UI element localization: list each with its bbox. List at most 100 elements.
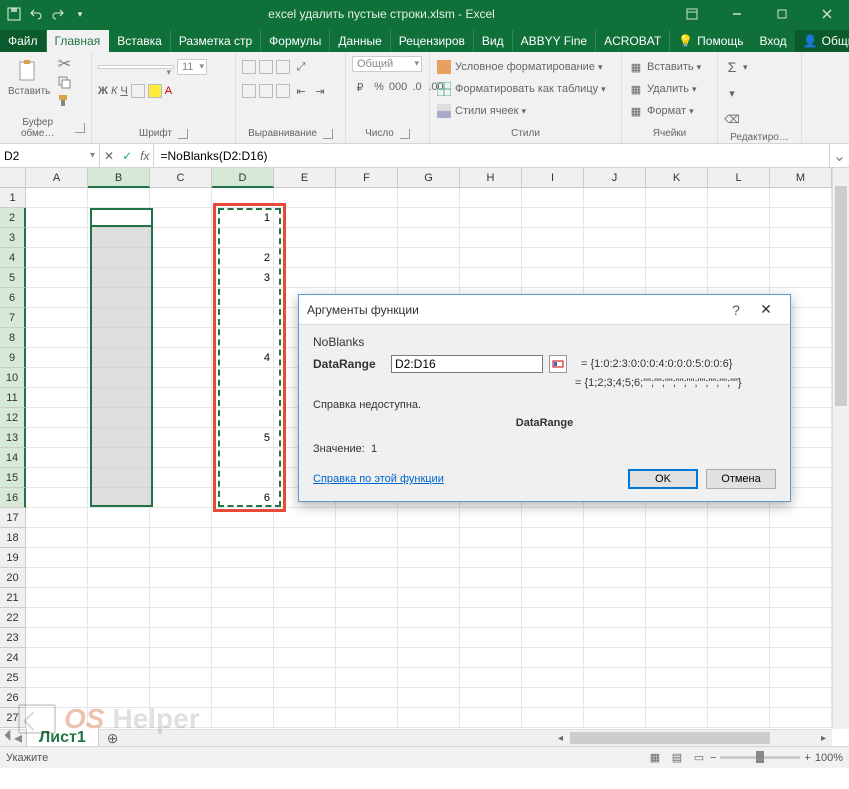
cell-M26[interactable]	[770, 688, 832, 708]
cell-A1[interactable]	[26, 188, 88, 208]
row-header-11[interactable]: 11	[0, 388, 26, 408]
align-middle-icon[interactable]	[259, 60, 273, 74]
cell-L18[interactable]	[708, 528, 770, 548]
align-right-icon[interactable]	[276, 84, 290, 98]
cell-A11[interactable]	[26, 388, 88, 408]
cell-L17[interactable]	[708, 508, 770, 528]
cell-A17[interactable]	[26, 508, 88, 528]
cell-B9[interactable]	[88, 348, 150, 368]
cell-K22[interactable]	[646, 608, 708, 628]
cell-G4[interactable]	[398, 248, 460, 268]
copy-icon[interactable]	[56, 74, 72, 90]
col-header-I[interactable]: I	[522, 168, 584, 188]
cell-B16[interactable]	[88, 488, 150, 508]
cell-F27[interactable]	[336, 708, 398, 728]
cell-A8[interactable]	[26, 328, 88, 348]
cell-D6[interactable]	[212, 288, 274, 308]
cell-J5[interactable]	[584, 268, 646, 288]
cell-A19[interactable]	[26, 548, 88, 568]
cell-C13[interactable]	[150, 428, 212, 448]
cell-E2[interactable]	[274, 208, 336, 228]
cell-H23[interactable]	[460, 628, 522, 648]
increase-decimal-icon[interactable]: .0	[409, 79, 425, 95]
cell-F23[interactable]	[336, 628, 398, 648]
sheet-nav-first-icon[interactable]: ⏴	[4, 728, 12, 746]
cell-I21[interactable]	[522, 588, 584, 608]
cell-M5[interactable]	[770, 268, 832, 288]
cell-A16[interactable]	[26, 488, 88, 508]
dialog-help-link[interactable]: Справка по этой функции	[313, 473, 444, 485]
col-header-M[interactable]: M	[770, 168, 832, 188]
sheet-tab-active[interactable]: Лист1	[26, 727, 99, 747]
cancel-formula-icon[interactable]: ✕	[104, 149, 114, 163]
cell-B23[interactable]	[88, 628, 150, 648]
cell-K18[interactable]	[646, 528, 708, 548]
cell-H25[interactable]	[460, 668, 522, 688]
cell-B19[interactable]	[88, 548, 150, 568]
cell-J18[interactable]	[584, 528, 646, 548]
cell-L27[interactable]	[708, 708, 770, 728]
cell-D15[interactable]	[212, 468, 274, 488]
delete-cells-button[interactable]: ▦Удалить ▾	[628, 78, 711, 100]
cell-C16[interactable]	[150, 488, 212, 508]
cell-B6[interactable]	[88, 288, 150, 308]
tab-формулы[interactable]: Формулы	[261, 30, 330, 52]
cell-E21[interactable]	[274, 588, 336, 608]
cell-A27[interactable]	[26, 708, 88, 728]
view-normal-icon[interactable]: ▦	[644, 749, 666, 767]
border-button[interactable]	[131, 84, 145, 98]
cell-K2[interactable]	[646, 208, 708, 228]
cell-C10[interactable]	[150, 368, 212, 388]
cell-K21[interactable]	[646, 588, 708, 608]
cell-J1[interactable]	[584, 188, 646, 208]
zoom-control[interactable]: − + 100%	[710, 752, 843, 764]
row-header-24[interactable]: 24	[0, 648, 26, 668]
cell-F24[interactable]	[336, 648, 398, 668]
row-header-10[interactable]: 10	[0, 368, 26, 388]
cell-I19[interactable]	[522, 548, 584, 568]
cell-F20[interactable]	[336, 568, 398, 588]
align-bottom-icon[interactable]	[276, 60, 290, 74]
cell-B5[interactable]	[88, 268, 150, 288]
cell-E22[interactable]	[274, 608, 336, 628]
align-center-icon[interactable]	[259, 84, 273, 98]
col-header-H[interactable]: H	[460, 168, 522, 188]
undo-icon[interactable]	[28, 6, 44, 22]
cell-G1[interactable]	[398, 188, 460, 208]
cell-B8[interactable]	[88, 328, 150, 348]
cell-L21[interactable]	[708, 588, 770, 608]
cell-J27[interactable]	[584, 708, 646, 728]
tab-данные[interactable]: Данные	[330, 30, 390, 52]
cell-F26[interactable]	[336, 688, 398, 708]
cell-B12[interactable]	[88, 408, 150, 428]
cell-G24[interactable]	[398, 648, 460, 668]
cell-D13[interactable]: 5	[212, 428, 274, 448]
cell-G20[interactable]	[398, 568, 460, 588]
cell-B17[interactable]	[88, 508, 150, 528]
font-size-combo[interactable]: 11	[177, 59, 207, 75]
cell-M25[interactable]	[770, 668, 832, 688]
row-header-23[interactable]: 23	[0, 628, 26, 648]
row-header-26[interactable]: 26	[0, 688, 26, 708]
cell-M1[interactable]	[770, 188, 832, 208]
cell-C9[interactable]	[150, 348, 212, 368]
col-header-L[interactable]: L	[708, 168, 770, 188]
cell-E5[interactable]	[274, 268, 336, 288]
cell-K5[interactable]	[646, 268, 708, 288]
cell-C5[interactable]	[150, 268, 212, 288]
cell-E1[interactable]	[274, 188, 336, 208]
cell-G21[interactable]	[398, 588, 460, 608]
row-header-21[interactable]: 21	[0, 588, 26, 608]
tab-help[interactable]: 💡Помощь	[670, 30, 751, 52]
cell-J3[interactable]	[584, 228, 646, 248]
cell-M19[interactable]	[770, 548, 832, 568]
cell-C8[interactable]	[150, 328, 212, 348]
cell-B3[interactable]	[88, 228, 150, 248]
cell-K17[interactable]	[646, 508, 708, 528]
cell-G25[interactable]	[398, 668, 460, 688]
conditional-formatting-button[interactable]: Условное форматирование ▾	[436, 56, 615, 78]
view-page-break-icon[interactable]: ▭	[688, 749, 710, 767]
cell-D4[interactable]: 2	[212, 248, 274, 268]
cell-G19[interactable]	[398, 548, 460, 568]
cell-G23[interactable]	[398, 628, 460, 648]
